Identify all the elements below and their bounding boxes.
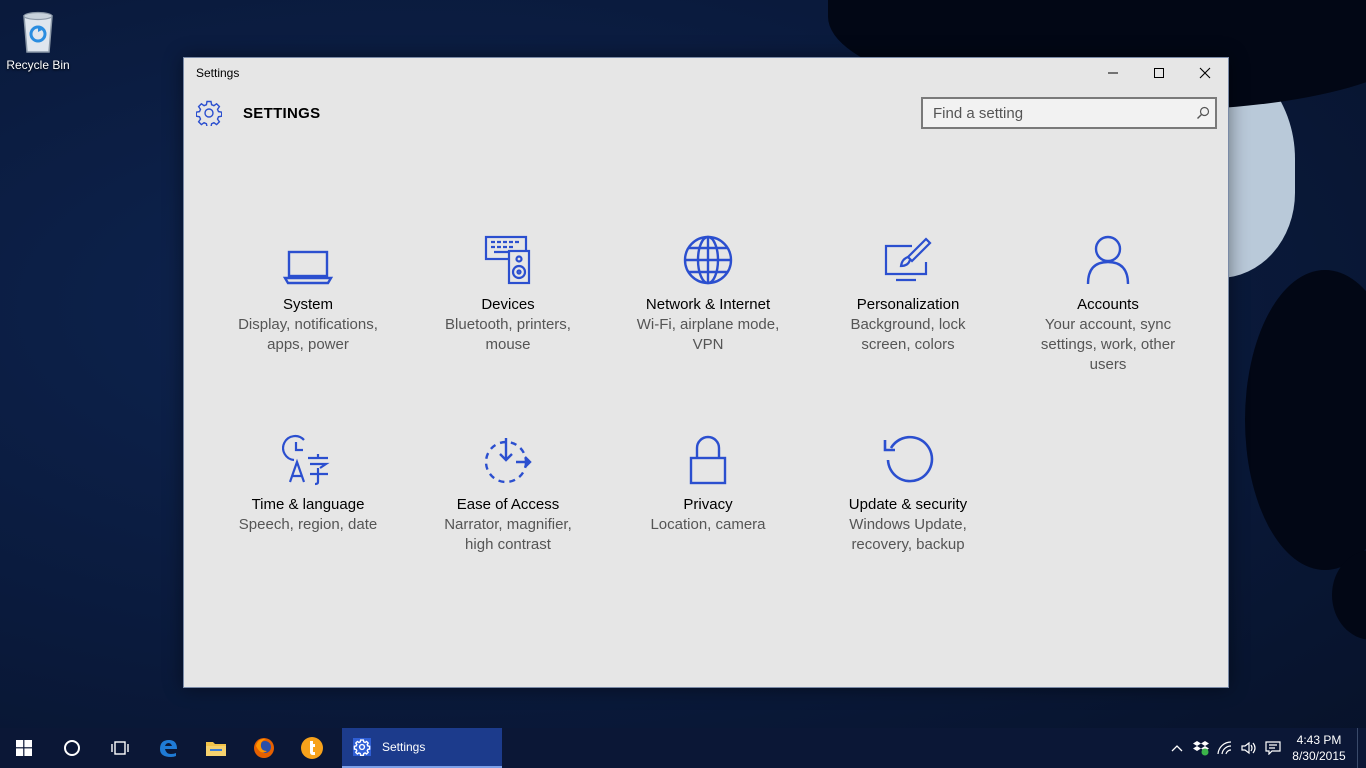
category-desc: apps, power: [267, 336, 349, 353]
desktop-shape: [1245, 270, 1366, 570]
time-language-icon: [282, 434, 330, 486]
minimize-icon: [1108, 72, 1118, 74]
category-desc: Narrator, magnifier,: [444, 516, 572, 533]
maximize-icon: [1154, 68, 1164, 78]
gear-icon: [353, 738, 371, 756]
category-desc: Background, lock: [850, 316, 966, 333]
window-title: Settings: [196, 66, 240, 80]
category-desc: mouse: [485, 336, 531, 353]
dropbox-icon: [1193, 741, 1209, 756]
category-name: Update & security: [848, 496, 968, 513]
category-desc: Speech, region, date: [238, 516, 378, 533]
category-desc: Bluetooth, printers,: [445, 316, 571, 333]
clock[interactable]: 4:43 PM 8/30/2015: [1285, 732, 1353, 764]
category-ease-of-access[interactable]: Ease of Access Narrator, magnifier, high…: [408, 430, 608, 555]
category-desc: Display, notifications,: [238, 316, 378, 333]
category-network-internet[interactable]: Network & Internet Wi-Fi, airplane mode,…: [608, 230, 808, 355]
category-name: Time & language: [251, 496, 365, 513]
volume-tray-button[interactable]: [1237, 728, 1261, 768]
task-view-button[interactable]: [96, 728, 144, 768]
chevron-up-icon: [1171, 745, 1183, 752]
gear-icon: [196, 100, 222, 126]
category-accounts[interactable]: Accounts Your account, sync settings, wo…: [1008, 230, 1208, 375]
task-view-icon: [111, 741, 129, 755]
category-desc: Your account, sync: [1044, 316, 1172, 333]
search-icon[interactable]: [1191, 106, 1215, 120]
show-hidden-icons-button[interactable]: [1165, 728, 1189, 768]
cortana-button[interactable]: [48, 728, 96, 768]
close-button[interactable]: [1182, 58, 1228, 88]
taskbar: Settings 4:43 PM 8/30/2015: [0, 728, 1366, 768]
globe-icon: [683, 235, 733, 285]
notification-icon: [1265, 741, 1281, 755]
category-desc: settings, work, other: [1040, 336, 1176, 353]
paint-monitor-icon: [884, 237, 932, 282]
category-desc: users: [1089, 356, 1127, 373]
clock-date: 8/30/2015: [1292, 749, 1346, 763]
speaker-icon: [1241, 741, 1256, 755]
maximize-button[interactable]: [1136, 58, 1182, 88]
category-desc: screen, colors: [861, 336, 955, 353]
category-update-security[interactable]: Update & security Windows Update, recove…: [808, 430, 1008, 555]
edge-icon: [160, 740, 177, 757]
desktop-icon-label: Recycle Bin: [6, 58, 70, 72]
show-desktop-button[interactable]: [1357, 728, 1366, 768]
refresh-icon: [883, 435, 934, 483]
firefox-button[interactable]: [240, 728, 288, 768]
category-desc: Windows Update,: [849, 516, 967, 533]
taskbar-app-label: Settings: [382, 740, 426, 754]
search-box[interactable]: [921, 97, 1217, 129]
category-name: Ease of Access: [456, 496, 560, 513]
page-title: SETTINGS: [243, 105, 321, 122]
file-explorer-button[interactable]: [192, 728, 240, 768]
clock-time: 4:43 PM: [1296, 733, 1342, 747]
network-tray-button[interactable]: [1213, 728, 1237, 768]
category-desc: recovery, backup: [851, 536, 965, 553]
person-icon: [1086, 235, 1130, 285]
app-t-button[interactable]: [288, 728, 336, 768]
category-system[interactable]: System Display, notifications, apps, pow…: [208, 230, 408, 355]
category-desc: Wi-Fi, airplane mode,: [636, 316, 780, 333]
category-desc: VPN: [692, 336, 724, 353]
settings-header: SETTINGS: [184, 94, 1228, 134]
windows-logo-icon: [16, 740, 32, 756]
category-name: Privacy: [683, 496, 733, 513]
category-privacy[interactable]: Privacy Location, camera: [608, 430, 808, 535]
category-devices[interactable]: Devices Bluetooth, printers, mouse: [408, 230, 608, 355]
dropbox-tray-button[interactable]: [1189, 728, 1213, 768]
laptop-icon: [282, 250, 334, 285]
category-personalization[interactable]: Personalization Background, lock screen,…: [808, 230, 1008, 355]
t-app-icon: [301, 737, 323, 759]
desktop-icon-recycle-bin[interactable]: Recycle Bin: [2, 8, 74, 72]
minimize-button[interactable]: [1090, 58, 1136, 88]
taskbar-app-settings[interactable]: Settings: [342, 728, 502, 768]
start-button[interactable]: [0, 728, 48, 768]
search-input[interactable]: [923, 99, 1191, 127]
action-center-button[interactable]: [1261, 728, 1285, 768]
lock-icon: [689, 435, 727, 485]
ease-of-access-icon: [484, 438, 532, 484]
close-icon: [1199, 67, 1211, 79]
folder-icon: [206, 742, 226, 756]
category-time-language[interactable]: Time & language Speech, region, date: [208, 430, 408, 535]
wifi-icon: [1217, 741, 1232, 755]
edge-browser-button[interactable]: [144, 728, 192, 768]
system-tray: 4:43 PM 8/30/2015: [1165, 728, 1366, 768]
cortana-icon: [64, 740, 80, 756]
category-name: Network & Internet: [645, 296, 771, 313]
firefox-icon: [254, 738, 274, 758]
recycle-bin-icon: [23, 11, 53, 53]
category-name: Devices: [481, 296, 535, 313]
category-name: System: [282, 296, 333, 313]
devices-icon: [484, 235, 531, 285]
category-desc: Location, camera: [650, 516, 766, 533]
title-bar[interactable]: Settings: [184, 58, 1228, 88]
category-name: Personalization: [856, 296, 960, 313]
category-name: Accounts: [1077, 296, 1139, 313]
category-desc: high contrast: [465, 536, 551, 553]
settings-window: Settings SETTINGS Find a setting System …: [183, 57, 1229, 688]
